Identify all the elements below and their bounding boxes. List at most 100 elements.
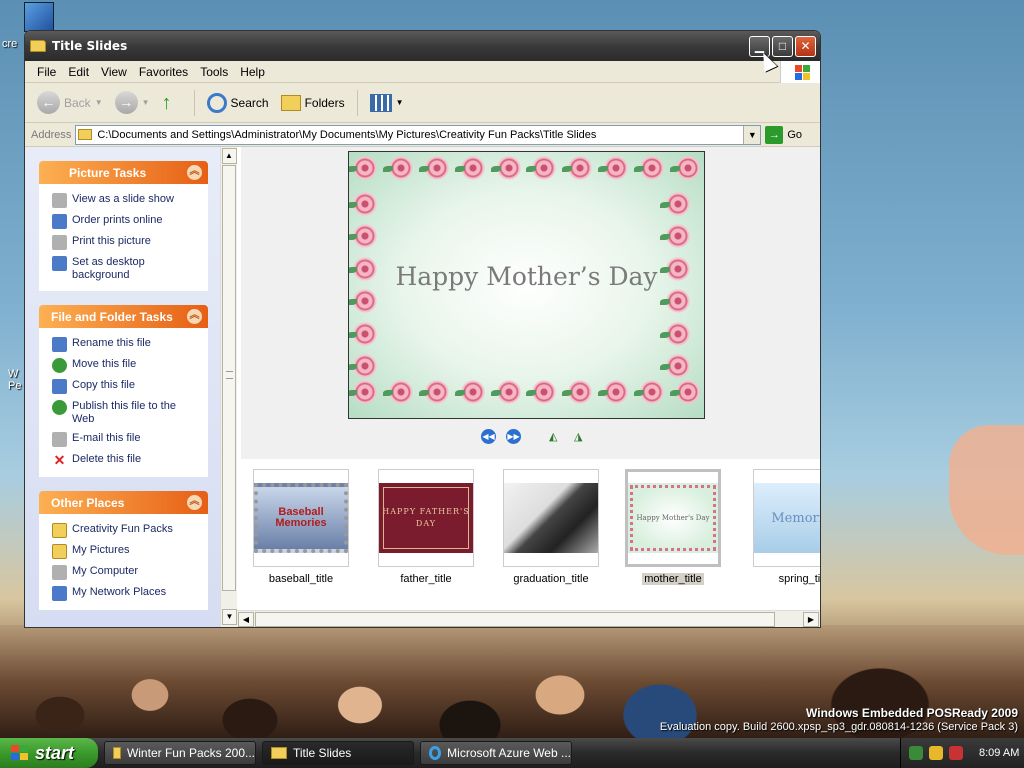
rotate-counterclockwise-icon[interactable]: ◮ [574,431,589,443]
address-bar: Address C:\Documents and Settings\Admini… [25,123,820,147]
scroll-right-button[interactable]: ▶ [803,612,819,627]
network-tray-icon[interactable] [909,746,923,760]
computer-icon [52,565,67,580]
taskbar-button-azure-web[interactable]: Microsoft Azure Web ... [420,741,572,765]
place-my-network-places[interactable]: My Network Places [52,586,199,601]
collapse-chevron-icon[interactable]: ︽ [187,309,202,324]
folder-icon [113,747,121,759]
views-button[interactable]: ▼ [366,92,408,114]
taskbar-button-label: Microsoft Azure Web ... [447,746,571,760]
scroll-down-button[interactable]: ▼ [222,609,237,625]
scroll-left-button[interactable]: ◀ [238,612,254,627]
collapse-chevron-icon[interactable]: ︽ [187,495,202,510]
preview-image[interactable]: Happy Mother’s Day [348,151,705,419]
place-label: Creativity Fun Packs [72,523,173,535]
maximize-button[interactable]: □ [772,36,793,57]
task-slide-show[interactable]: View as a slide show [52,193,199,208]
menu-tools[interactable]: Tools [194,65,234,79]
place-creativity-fun-packs[interactable]: Creativity Fun Packs [52,523,199,538]
address-dropdown-button[interactable]: ▼ [743,125,761,144]
taskbar-button-label: Winter Fun Packs 200... [126,746,255,760]
os-watermark-title: Windows Embedded POSReady 2009 [806,706,1018,720]
task-publish[interactable]: Publish this file to the Web [52,400,199,426]
task-set-desktop[interactable]: Set as desktop background [52,256,199,282]
back-button[interactable]: ← Back ▼ [33,89,107,116]
go-button[interactable]: Go [787,129,802,141]
task-delete[interactable]: ✕ Delete this file [52,453,199,468]
task-rename[interactable]: Rename this file [52,337,199,352]
wallpaper-hand [949,425,1024,555]
address-path: C:\Documents and Settings\Administrator\… [97,128,597,141]
title-bar[interactable]: Title Slides ▁ □ ✕ [25,31,820,61]
thumbnail-item[interactable]: HAPPY FATHER'S DAY father_title [376,469,476,585]
desktop-icon [52,256,67,271]
security-shield-icon[interactable] [929,746,943,760]
address-field[interactable]: C:\Documents and Settings\Administrator\… [75,124,762,145]
thumbnail-item[interactable]: graduation_title [501,469,601,585]
address-label: Address [31,128,72,141]
filmstrip-view: Happy Mother’s Day ◀◀ ▶▶ ◭ ◮ Baseball Me… [237,147,820,627]
previous-image-button[interactable]: ◀◀ [481,429,496,444]
slideshow-icon [52,193,67,208]
start-button[interactable]: start [0,738,98,768]
rotate-clockwise-icon[interactable]: ◭ [549,431,564,443]
scroll-up-button[interactable]: ▲ [221,148,237,164]
task-copy[interactable]: Copy this file [52,379,199,394]
forward-button[interactable]: → ▼ [111,89,154,116]
window-title: Title Slides [52,39,128,53]
panel-title: Picture Tasks [69,165,147,180]
task-move[interactable]: Move this file [52,358,199,373]
taskbar-button-winter-fun-packs[interactable]: Winter Fun Packs 200... [104,741,256,765]
security-alert-icon[interactable] [949,746,963,760]
task-label: Delete this file [72,453,142,465]
search-button[interactable]: Search [203,91,273,115]
menu-view[interactable]: View [95,65,133,79]
filmstrip: Baseball Memories baseball_title HAPPY F… [241,459,820,609]
standard-toolbar: ← Back ▼ → ▼ ↑ Search Folders ▼ [25,83,820,123]
go-arrow-icon[interactable]: → [765,125,784,144]
menu-favorites[interactable]: Favorites [133,65,194,79]
up-folder-button[interactable]: ↑ [158,90,186,116]
place-my-pictures[interactable]: My Pictures [52,544,199,559]
thumbnail-item-selected[interactable]: Happy Mother's Day mother_title [623,469,723,585]
filmstrip-scrollbar[interactable]: ◀ ▶ [237,610,820,627]
thumbnail-item[interactable]: Baseball Memories baseball_title [251,469,351,585]
panel-title: Other Places [51,495,125,510]
task-print-picture[interactable]: Print this picture [52,235,199,250]
task-order-prints[interactable]: Order prints online [52,214,199,229]
menu-help[interactable]: Help [234,65,271,79]
task-label: Set as desktop background [72,256,145,281]
network-icon [52,586,67,601]
scroll-thumb[interactable] [255,612,775,627]
menu-bar: File Edit View Favorites Tools Help [25,61,820,83]
thumbnail-label: mother_title [642,573,704,585]
desktop-icon-label: cre [2,38,18,50]
scroll-thumb[interactable] [222,165,236,591]
collapse-chevron-icon[interactable]: ︽ [187,165,202,180]
desktop-icon-fragment: W [8,368,19,380]
publish-web-icon [52,400,67,415]
taskbar: start Winter Fun Packs 200... Title Slid… [0,738,1024,768]
desktop-computer-icon[interactable] [24,2,54,32]
taskbar-button-label: Title Slides [293,746,352,760]
place-my-computer[interactable]: My Computer [52,565,199,580]
thumbnail-item[interactable]: Memorie spring_tit [751,469,820,585]
search-label: Search [230,95,269,110]
menu-edit[interactable]: Edit [62,65,95,79]
taskbar-button-title-slides[interactable]: Title Slides [262,741,414,765]
folder-icon [30,40,46,52]
picture-tasks-header[interactable]: Picture Tasks ︽ [39,161,208,184]
task-email[interactable]: E-mail this file [52,432,199,447]
task-pane-scrollbar[interactable]: ▲ ▼ [220,147,237,627]
file-folder-tasks-panel: File and Folder Tasks ︽ Rename this file… [39,305,208,477]
panel-title: File and Folder Tasks [51,309,173,324]
task-label: Move this file [72,358,137,370]
other-places-header[interactable]: Other Places ︽ [39,491,208,514]
file-folder-tasks-header[interactable]: File and Folder Tasks ︽ [39,305,208,328]
menu-file[interactable]: File [31,65,62,79]
folders-button[interactable]: Folders [277,93,349,113]
back-label: Back [64,95,91,110]
next-image-button[interactable]: ▶▶ [506,429,521,444]
close-button[interactable]: ✕ [795,36,816,57]
clock[interactable]: 8:09 AM [979,747,1019,759]
